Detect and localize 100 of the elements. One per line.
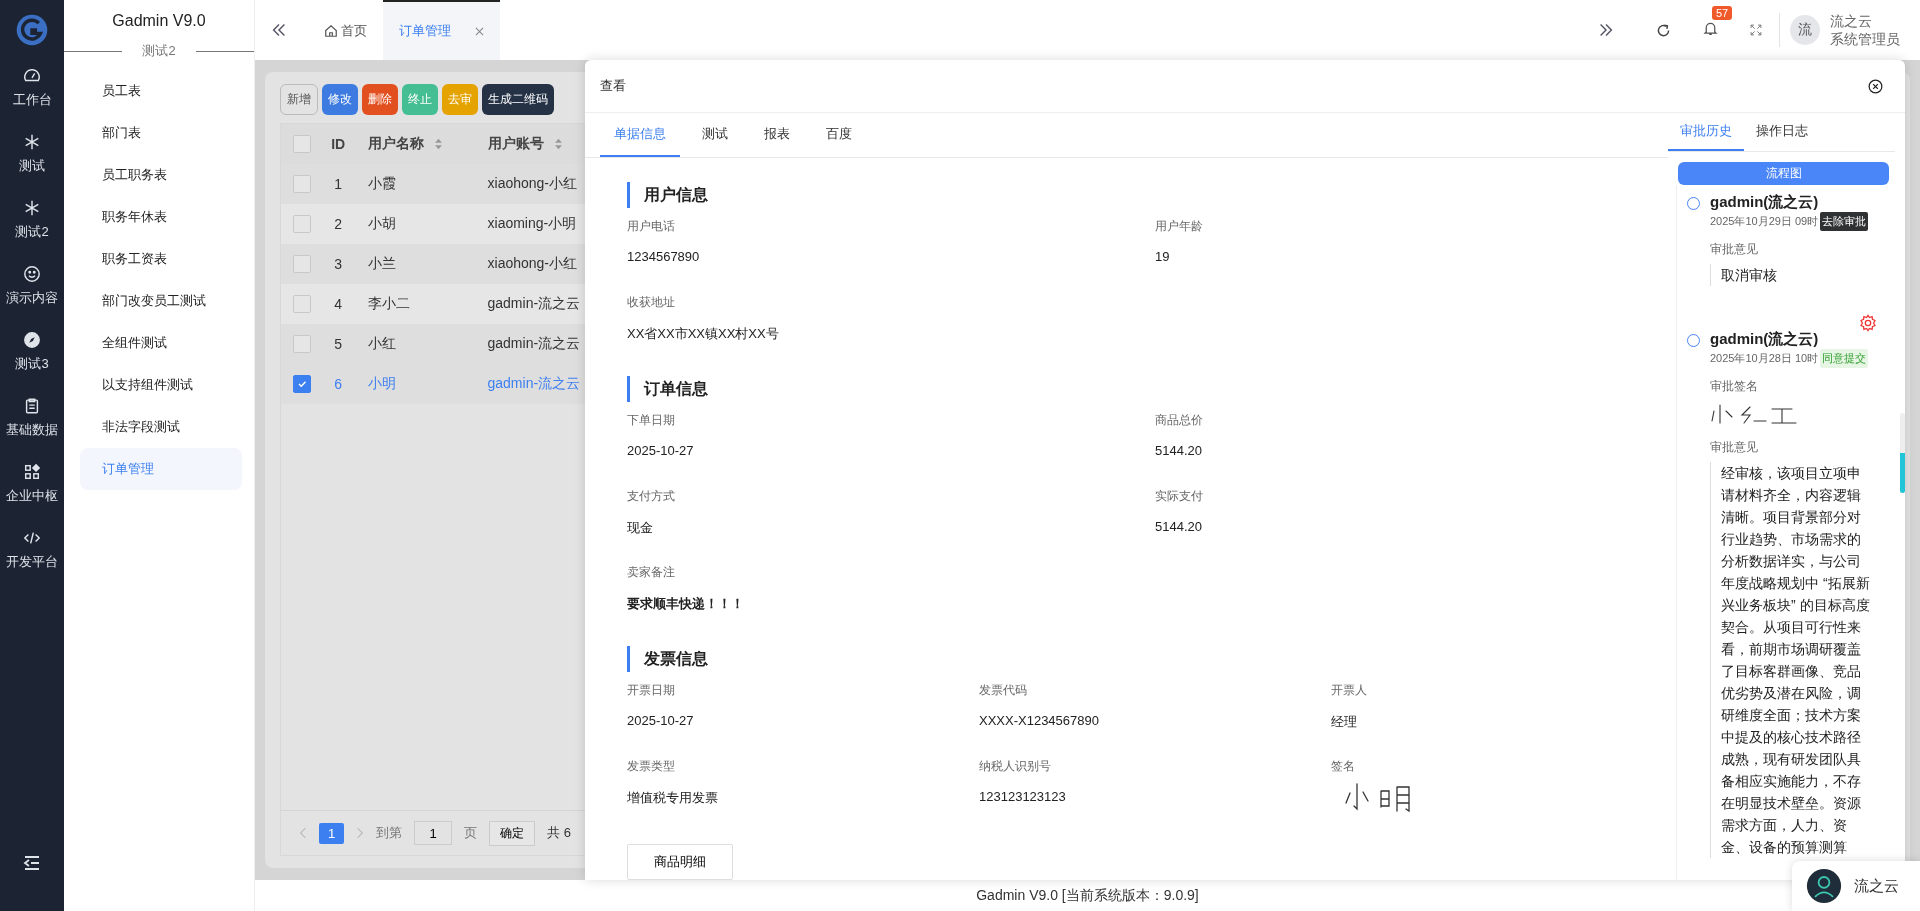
bell-icon[interactable] xyxy=(1702,20,1719,37)
submenu-item[interactable]: 职务工资表 xyxy=(80,238,242,280)
rail-menu-item[interactable]: 基础数据 xyxy=(6,397,58,463)
approval-time: 2025年10月29日 09时 xyxy=(1710,214,1819,229)
submenu-item[interactable]: 全组件测试 xyxy=(80,322,242,364)
scroll-bar[interactable] xyxy=(1900,413,1905,493)
toolbar-button[interactable]: 删除 xyxy=(362,84,398,115)
submenu-item[interactable]: 部门表 xyxy=(80,112,242,154)
toolbar-button[interactable]: 新增 xyxy=(280,84,318,115)
fullscreen-icon[interactable] xyxy=(1749,23,1763,37)
rail-menu-item[interactable]: 演示内容 xyxy=(6,265,58,331)
page-input[interactable]: 1 xyxy=(414,821,453,845)
table-cell: 5 xyxy=(334,336,343,352)
field-label: 审批意见 xyxy=(1710,439,1759,456)
submenu-item[interactable]: 部门改变员工测试 xyxy=(80,280,242,322)
close-icon[interactable] xyxy=(1868,78,1883,94)
dialog-tab[interactable]: 报表 xyxy=(750,113,804,157)
field-label: 收获地址 xyxy=(627,294,676,311)
approver-name: gadmin(流之云) xyxy=(1710,330,1819,349)
rail-icon xyxy=(23,199,41,217)
submenu-item[interactable]: 非法字段测试 xyxy=(80,406,242,448)
collapse-icon[interactable] xyxy=(270,21,288,39)
panel-tab[interactable]: 操作日志 xyxy=(1744,113,1820,152)
expand-icon[interactable] xyxy=(1597,21,1615,39)
row-checkbox[interactable] xyxy=(292,255,311,273)
confirm-button[interactable]: 确定 xyxy=(489,820,536,846)
dialog-tab[interactable]: 百度 xyxy=(812,113,866,157)
select-all-checkbox[interactable] xyxy=(292,135,311,153)
row-checkbox[interactable] xyxy=(292,375,311,393)
field-label: 签名 xyxy=(1331,758,1356,775)
rail-menu-item[interactable]: 工作台 xyxy=(12,67,52,133)
table-cell: gadmin-流之云 xyxy=(487,295,581,313)
rail-menu-item[interactable]: 测试3 xyxy=(15,331,49,397)
toolbar-button[interactable]: 修改 xyxy=(322,84,358,115)
dialog-tab[interactable]: 测试 xyxy=(688,113,742,157)
dialog-title: 查看 xyxy=(600,77,626,95)
field-value: 5144.20 xyxy=(1155,443,1203,458)
field-value: 2025-10-27 xyxy=(627,713,695,728)
field-label: 卖家备注 xyxy=(627,564,676,581)
submenu-item[interactable]: 以支持组件测试 xyxy=(80,364,242,406)
field-label: 审批签名 xyxy=(1710,378,1759,395)
menu-icon[interactable] xyxy=(22,853,42,873)
sort-icon[interactable] xyxy=(434,138,444,150)
rail-menu-item[interactable]: 开发平台 xyxy=(6,529,58,595)
field-label: 实际支付 xyxy=(1155,488,1204,505)
submenu-item[interactable]: 员工职务表 xyxy=(80,154,242,196)
app-title: Gadmin V9.0 xyxy=(111,11,207,31)
page-tab[interactable]: 首页 xyxy=(308,0,383,60)
submenu-item[interactable]: 职务年休表 xyxy=(80,196,242,238)
row-checkbox[interactable] xyxy=(292,335,311,353)
row-checkbox[interactable] xyxy=(292,295,311,313)
rail-menu-item[interactable]: 企业中枢 xyxy=(6,463,58,529)
chat-widget[interactable]: 流之云 xyxy=(1792,861,1920,911)
panel-tab[interactable]: 审批历史 xyxy=(1668,113,1744,152)
page-number[interactable]: 1 xyxy=(319,822,345,844)
field-label: 发票代码 xyxy=(979,682,1028,699)
rail-menu-item[interactable]: 测试2 xyxy=(15,199,49,265)
next-page-icon[interactable] xyxy=(356,827,365,839)
column-header[interactable]: 用户账号 xyxy=(487,135,544,153)
page-tab[interactable]: 订单管理 xyxy=(383,0,500,60)
column-header[interactable]: 用户名称 xyxy=(368,135,425,153)
table-cell: 2 xyxy=(334,216,343,232)
page-unit: 页 xyxy=(464,824,478,842)
approval-comment: 经审核，该项目立项申请材料齐全，内容逻辑清晰。项目背景部分对行业趋势、市场需求的分析数据详实，与公司年度战略规划中 “拓展新兴业务板块” 的目标高度契合。从项目可行性来看，前期市场调研覆盖了目标客群画像、竞品优劣势及潜在风险，调研维度全面；技术方案中提及的核心技术路径成熟，现有研发团队具备相应实施能力，不存在明显技术壁垒。资源需求方面，人力、资金、设备的预算测算 xyxy=(1710,462,1873,858)
table-cell: xiaoming-小明 xyxy=(487,215,577,233)
user-avatar[interactable]: 流 xyxy=(1790,15,1820,45)
submenu-item[interactable]: 订单管理 xyxy=(80,448,242,490)
sort-icon[interactable] xyxy=(553,138,563,150)
table-cell: gadmin-流之云 xyxy=(487,335,581,353)
field-value: XX省XX市XX镇XX村XX号 xyxy=(627,325,780,343)
table-cell: 4 xyxy=(334,296,343,312)
approval-time: 2025年10月28日 10时 xyxy=(1710,351,1819,366)
table-cell: 小胡 xyxy=(368,215,397,233)
field-value: XXXX-X1234567890 xyxy=(979,713,1100,728)
dialog-tab[interactable]: 单据信息 xyxy=(600,113,680,157)
toolbar-button[interactable]: 生成二维码 xyxy=(482,84,554,115)
product-detail-button[interactable]: 商品明细 xyxy=(627,844,733,880)
table-cell: 小霞 xyxy=(368,175,397,193)
tab-label: 订单管理 xyxy=(399,22,451,40)
field-value: 5144.20 xyxy=(1155,519,1203,534)
table-cell: 李小二 xyxy=(368,295,411,313)
column-header[interactable]: ID xyxy=(331,136,346,152)
tab-label: 首页 xyxy=(341,22,367,40)
previous-page-icon[interactable] xyxy=(299,827,307,839)
row-checkbox[interactable] xyxy=(292,215,311,233)
field-label: 用户电话 xyxy=(627,218,676,235)
settings-icon[interactable] xyxy=(1859,314,1877,332)
field-value: 123123123123 xyxy=(979,789,1067,804)
rail-menu-item[interactable]: 测试 xyxy=(19,133,45,199)
user-name: 流之云 xyxy=(1830,12,1873,30)
field-label: 开票日期 xyxy=(627,682,676,699)
assistant-avatar-icon xyxy=(1806,868,1842,904)
field-label: 纳税人识别号 xyxy=(979,758,1052,775)
row-checkbox[interactable] xyxy=(292,175,311,193)
rail-icon xyxy=(23,265,41,283)
table-cell: xiaohong-小红 xyxy=(487,175,577,193)
submenu-item[interactable]: 员工表 xyxy=(80,70,242,112)
section-title: 用户信息 xyxy=(627,182,1668,208)
rail-icon xyxy=(23,331,41,349)
user-role: 系统管理员 xyxy=(1830,30,1900,48)
